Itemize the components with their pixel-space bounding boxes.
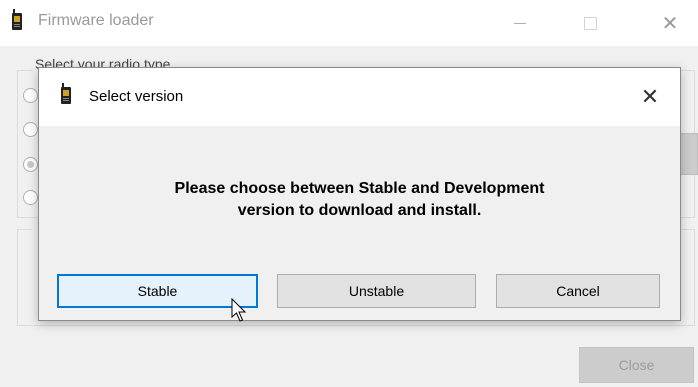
minimize-icon <box>514 22 526 24</box>
close-button[interactable]: Close <box>579 347 694 383</box>
dialog-message: Please choose between Stable and Develop… <box>39 178 680 222</box>
dialog-title: Select version <box>89 88 184 105</box>
message-line-2: version to download and install. <box>237 202 482 219</box>
radio-option-2[interactable] <box>23 122 38 137</box>
minimize-button[interactable] <box>500 8 540 38</box>
unstable-button[interactable]: Unstable <box>277 274 476 308</box>
message-line-1: Please choose between Stable and Develop… <box>174 180 545 197</box>
close-icon: ✕ <box>661 12 679 35</box>
mouse-pointer-icon <box>231 297 247 327</box>
cancel-button[interactable]: Cancel <box>496 274 660 308</box>
select-version-dialog: Select version ✕ Please choose between S… <box>38 67 681 321</box>
window-title: Firmware loader <box>38 12 154 29</box>
radio-option-1[interactable] <box>23 88 38 103</box>
dialog-close-button[interactable]: ✕ <box>632 80 668 114</box>
parent-titlebar: Firmware loader ✕ <box>0 0 698 46</box>
close-icon: ✕ <box>640 84 660 109</box>
maximize-icon <box>583 16 597 30</box>
phone-icon <box>60 83 72 108</box>
side-button[interactable] <box>680 133 698 175</box>
radio-option-3[interactable] <box>23 157 38 172</box>
maximize-button[interactable] <box>570 8 610 38</box>
window-close-button[interactable]: ✕ <box>650 8 690 38</box>
stable-button[interactable]: Stable <box>57 274 258 308</box>
radio-option-4[interactable] <box>23 190 38 205</box>
dialog-titlebar: Select version ✕ <box>39 68 680 126</box>
phone-icon <box>11 9 23 34</box>
